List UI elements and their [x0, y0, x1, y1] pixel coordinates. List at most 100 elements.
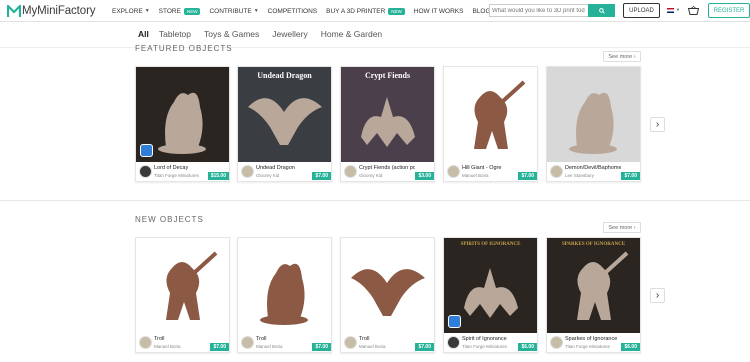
object-card[interactable]: Demon/Devil/Baphomet Pos... Lee Stansbury… — [546, 66, 641, 182]
object-author[interactable]: Manuel Boria — [359, 344, 386, 349]
object-name[interactable]: Undead Dragon — [256, 165, 312, 171]
object-card[interactable]: Troll Manuel Boria $7.00 — [340, 237, 435, 353]
object-name[interactable]: Lord of Decay — [154, 165, 210, 171]
featured-see-more-button[interactable]: See more › — [603, 51, 641, 62]
tab-jewellery[interactable]: Jewellery — [272, 29, 307, 39]
avatar[interactable] — [447, 165, 460, 178]
category-tabs: All Tabletop Toys & Games Jewellery Home & G… — [138, 29, 395, 39]
object-thumbnail[interactable] — [444, 67, 537, 162]
register-button[interactable]: REGISTER — [708, 3, 750, 18]
tab-tabletop[interactable]: Tabletop — [159, 29, 191, 39]
card-meta: Troll Manuel Boria $7.00 — [238, 333, 331, 352]
object-thumbnail[interactable]: Crypt Fiends — [341, 67, 434, 162]
object-author[interactable]: Titan Forge Miniatures — [565, 344, 610, 349]
avatar[interactable] — [344, 336, 357, 349]
object-thumbnail[interactable] — [238, 238, 331, 333]
avatar[interactable] — [447, 336, 460, 349]
object-author[interactable]: Lee Stansbury — [565, 173, 594, 178]
object-thumbnail[interactable] — [136, 67, 229, 162]
figurine-illustration — [577, 251, 629, 320]
basket-icon[interactable] — [688, 6, 699, 15]
new-next-arrow[interactable]: › — [650, 288, 665, 303]
nav-item-blog[interactable]: BLOG — [472, 8, 490, 15]
price-badge: $6.00 — [621, 343, 640, 351]
figurine-illustration — [260, 263, 308, 325]
nav-item-buy-a-3d-printer[interactable]: BUY A 3D PRINTER NEW — [326, 7, 405, 15]
avatar[interactable] — [139, 336, 152, 349]
new-see-more-button[interactable]: See more › — [603, 222, 641, 233]
object-author[interactable]: Gloomy Kid — [256, 173, 279, 178]
object-card[interactable]: Lord of Decay Titan Forge Miniatures $15.0… — [135, 66, 230, 182]
card-meta: Sparkes of Ignorance Titan Forge Miniatur… — [547, 333, 640, 352]
object-name[interactable]: Troll — [256, 336, 312, 342]
object-name[interactable]: Demon/Devil/Baphomet Pos... — [565, 165, 621, 171]
nav-item-contribute[interactable]: CONTRIBUTE ▼ — [209, 8, 258, 15]
thumbnail-title: Undead Dragon — [257, 71, 312, 80]
chevron-right-icon: › — [655, 119, 660, 130]
object-card[interactable]: Crypt Fiends Crypt Fiends (action poses) G… — [340, 66, 435, 182]
tab-toys-games[interactable]: Toys & Games — [204, 29, 259, 39]
object-author[interactable]: Gloomy Kid — [359, 173, 382, 178]
avatar[interactable] — [550, 336, 563, 349]
logo[interactable]: MyMiniFactory — [7, 4, 96, 18]
chevron-down-icon: ▼ — [144, 8, 150, 14]
tab-all[interactable]: All — [138, 29, 149, 39]
object-name[interactable]: Crypt Fiends (action poses) — [359, 165, 415, 171]
nav-item-how-it-works[interactable]: HOW IT WORKS — [414, 8, 464, 15]
top-header: MyMiniFactory EXPLORE ▼ STORE NEW CONTRIBUTE… — [0, 0, 750, 22]
object-thumbnail[interactable]: SPIRITS OF IGNORANCE — [444, 238, 537, 333]
chevron-right-icon: › — [655, 290, 660, 301]
featured-next-arrow[interactable]: › — [650, 117, 665, 132]
dice-icon — [140, 144, 153, 157]
object-author[interactable]: Manuel Boria — [154, 344, 181, 349]
avatar[interactable] — [550, 165, 563, 178]
nav-item-competitions[interactable]: COMPETITIONS — [268, 8, 317, 15]
price-badge: $7.00 — [621, 172, 640, 180]
section-divider — [0, 200, 750, 201]
nav-item-label: BLOG — [472, 7, 491, 15]
uk-flag-icon[interactable] — [667, 8, 674, 13]
price-badge: $7.00 — [518, 172, 537, 180]
object-name[interactable]: Troll — [359, 336, 415, 342]
object-name[interactable]: Spirit of Ignorance — [462, 336, 518, 342]
figurine-illustration — [474, 80, 526, 149]
upload-button[interactable]: UPLOAD — [623, 3, 660, 18]
nav-item-label: EXPLORE — [112, 7, 143, 15]
nav-item-store[interactable]: STORE NEW — [159, 7, 201, 15]
object-name[interactable]: Hill Giant - Ogre — [462, 165, 518, 171]
search-button[interactable] — [588, 4, 615, 17]
object-author[interactable]: Titan Forge Miniatures — [462, 344, 507, 349]
tab-home-garden[interactable]: Home & Garden — [321, 29, 382, 39]
avatar[interactable] — [241, 336, 254, 349]
object-card[interactable]: Troll Manuel Boria $7.00 — [135, 237, 230, 353]
object-author[interactable]: Manuel Boria — [256, 344, 283, 349]
search-input[interactable] — [489, 4, 588, 17]
thumbnail-title: SPIRITS OF IGNORANCE — [460, 242, 521, 247]
nav-item-explore[interactable]: EXPLORE ▼ — [112, 8, 150, 15]
card-meta: Spirit of Ignorance Titan Forge Miniature… — [444, 333, 537, 352]
new-badge: NEW — [183, 7, 201, 15]
object-thumbnail[interactable] — [136, 238, 229, 333]
object-author[interactable]: Manuel Boria — [462, 173, 489, 178]
object-thumbnail[interactable]: SPARKES OF IGNORANCE — [547, 238, 640, 333]
object-name[interactable]: Troll — [154, 336, 210, 342]
avatar[interactable] — [344, 165, 357, 178]
search-icon — [598, 7, 605, 14]
object-card[interactable]: SPARKES OF IGNORANCE Sparkes of Ignorance… — [546, 237, 641, 353]
object-author[interactable]: Titan Forge Miniatures — [154, 173, 199, 178]
object-card[interactable]: Undead Dragon Undead Dragon Gloomy Kid $7.0… — [237, 66, 332, 182]
card-meta: Undead Dragon Gloomy Kid $7.00 — [238, 162, 331, 181]
avatar[interactable] — [139, 165, 152, 178]
see-more-label: See more — [608, 53, 633, 60]
object-thumbnail[interactable] — [341, 238, 434, 333]
object-thumbnail[interactable] — [547, 67, 640, 162]
object-card[interactable]: Troll Manuel Boria $7.00 — [237, 237, 332, 353]
object-name[interactable]: Sparkes of Ignorance — [565, 336, 621, 342]
object-card[interactable]: Hill Giant - Ogre Manuel Boria $7.00 — [443, 66, 538, 182]
figurine-illustration — [166, 251, 218, 320]
avatar[interactable] — [241, 165, 254, 178]
object-card[interactable]: SPIRITS OF IGNORANCE Spirit of Ignorance T… — [443, 237, 538, 353]
search-bar — [489, 4, 615, 17]
object-thumbnail[interactable]: Undead Dragon — [238, 67, 331, 162]
nav-item-label: CONTRIBUTE — [209, 7, 252, 15]
